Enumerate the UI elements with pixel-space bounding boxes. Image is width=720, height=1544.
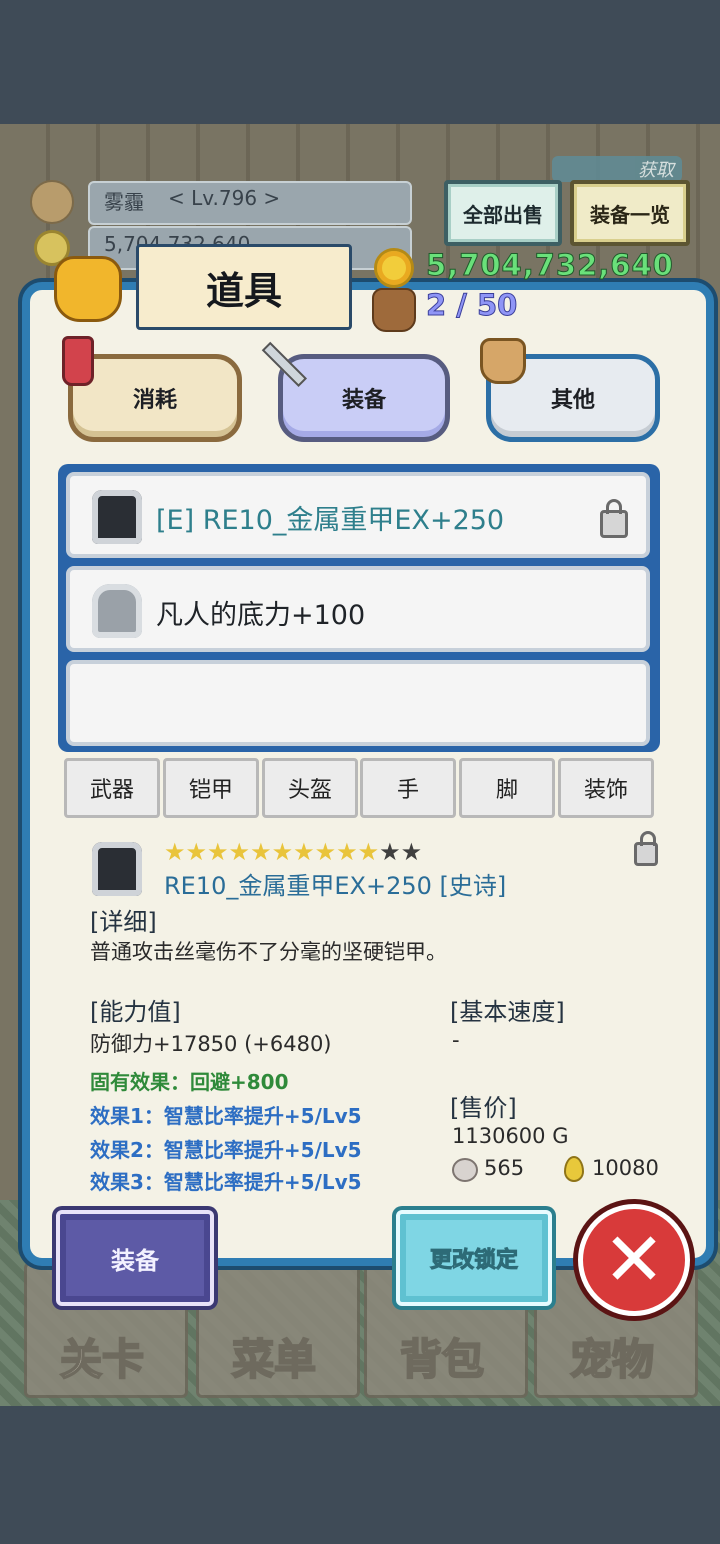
close-icon: ✕: [602, 1217, 665, 1303]
category-weapon[interactable]: 武器: [64, 758, 160, 818]
item-label: 凡人的底力+100: [156, 600, 366, 631]
nav-label-menu: 菜单: [231, 1334, 317, 1385]
equip-list-button[interactable]: 装备一览: [570, 180, 690, 246]
category-armor[interactable]: 铠甲: [163, 758, 259, 818]
star-icon: ★: [207, 838, 229, 866]
gold-amount: 5,704,732,640: [426, 248, 674, 283]
sell-all-button[interactable]: 全部出售: [444, 180, 562, 246]
potion-icon: [62, 336, 94, 386]
star-icon: ★: [164, 838, 186, 866]
panel-title: 道具: [136, 244, 352, 330]
star-rating: ★★★★★★★★★★★★: [164, 838, 422, 866]
lock-icon[interactable]: [634, 831, 658, 866]
sell-price: 1130600 G: [452, 1124, 569, 1148]
equip-button[interactable]: 装备: [56, 1210, 214, 1306]
helmet-icon: [92, 584, 142, 638]
tab-equip[interactable]: 装备: [278, 354, 450, 442]
item-detail-name: RE10_金属重甲EX+250 [史诗]: [164, 872, 507, 900]
player-level: < Lv.796 >: [168, 186, 281, 210]
player-avatar: [30, 180, 74, 224]
gold-coin-icon-large: [374, 248, 414, 288]
tab-consume[interactable]: 消耗: [68, 354, 242, 442]
category-hand[interactable]: 手: [360, 758, 456, 818]
star-icon: ★: [336, 838, 358, 866]
obtain-label[interactable]: 获取: [552, 156, 682, 182]
drop-count: 10080: [592, 1156, 659, 1180]
defense-value: 防御力+17850 (+6480): [90, 1032, 332, 1056]
detail-header: [详细]: [90, 908, 157, 936]
category-accessory[interactable]: 装饰: [558, 758, 654, 818]
lock-icon[interactable]: [600, 499, 628, 538]
armor-icon: [92, 842, 142, 896]
item-label: [E] RE10_金属重甲EX+250: [156, 505, 505, 536]
bag-icon: [54, 256, 122, 322]
star-icon-empty: ★: [400, 838, 423, 866]
ability-header: [能力值]: [90, 998, 181, 1026]
nav-label-bag: 背包: [399, 1334, 485, 1385]
star-icon: ★: [185, 838, 208, 866]
category-helmet[interactable]: 头盔: [262, 758, 358, 818]
pouch-icon: [480, 338, 526, 384]
nav-label-pet: 宠物: [569, 1334, 655, 1385]
star-icon: ★: [228, 838, 251, 866]
price-header: [售价]: [450, 1094, 517, 1122]
stone-icon: [452, 1158, 478, 1182]
speed-value: -: [452, 1028, 460, 1052]
player-name: 雾霾: [104, 190, 144, 214]
armor-icon: [92, 490, 142, 544]
item-description: 普通攻击丝毫伤不了分毫的坚硬铠甲。: [90, 940, 447, 964]
change-lock-button[interactable]: 更改锁定: [396, 1210, 552, 1306]
backpack-icon: [372, 288, 416, 332]
star-icon: ★: [293, 838, 315, 866]
star-icon: ★: [357, 838, 380, 866]
star-icon-empty: ★: [379, 838, 401, 866]
nav-label-stage: 关卡: [59, 1334, 145, 1385]
effect-2: 效果2：智慧比率提升+5/Lv5: [90, 1138, 362, 1162]
effect-1: 效果1：智慧比率提升+5/Lv5: [90, 1104, 362, 1128]
star-icon: ★: [250, 838, 272, 866]
effect-3: 效果3：智慧比率提升+5/Lv5: [90, 1170, 362, 1194]
stone-count: 565: [484, 1156, 525, 1180]
star-icon: ★: [314, 838, 337, 866]
empty-item-row: [66, 660, 650, 746]
category-foot[interactable]: 脚: [459, 758, 555, 818]
inherent-effect: 固有效果：回避+800: [90, 1070, 289, 1094]
drop-icon: [564, 1156, 584, 1182]
star-icon: ★: [271, 838, 294, 866]
close-button[interactable]: ✕: [578, 1204, 690, 1316]
bag-capacity: 2 / 50: [425, 288, 518, 323]
speed-header: [基本速度]: [450, 998, 565, 1026]
